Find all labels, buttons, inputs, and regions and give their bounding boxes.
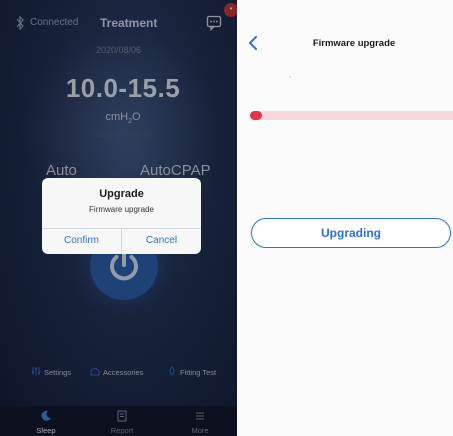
confirm-button[interactable]: Confirm [42,228,121,254]
treatment-screen: Connected Treatment • 2020/08/06 10.0-15… [0,0,237,436]
upgrade-dialog: Upgrade Firmware upgrade Confirm Cancel [42,178,201,254]
dialog-message: Firmware upgrade [89,205,154,214]
upgrade-progress-fill [250,111,263,120]
cancel-button[interactable]: Cancel [122,228,201,254]
page-title: Firmware upgrade [312,38,396,49]
status-dot [289,76,291,78]
chevron-left-icon[interactable] [247,35,259,51]
upgrade-progress-bar [250,111,453,120]
firmware-upgrade-screen: Firmware upgrade Upgrading [237,0,453,436]
dialog-title: Upgrade [99,188,144,200]
upgrading-button[interactable]: Upgrading [251,218,451,248]
